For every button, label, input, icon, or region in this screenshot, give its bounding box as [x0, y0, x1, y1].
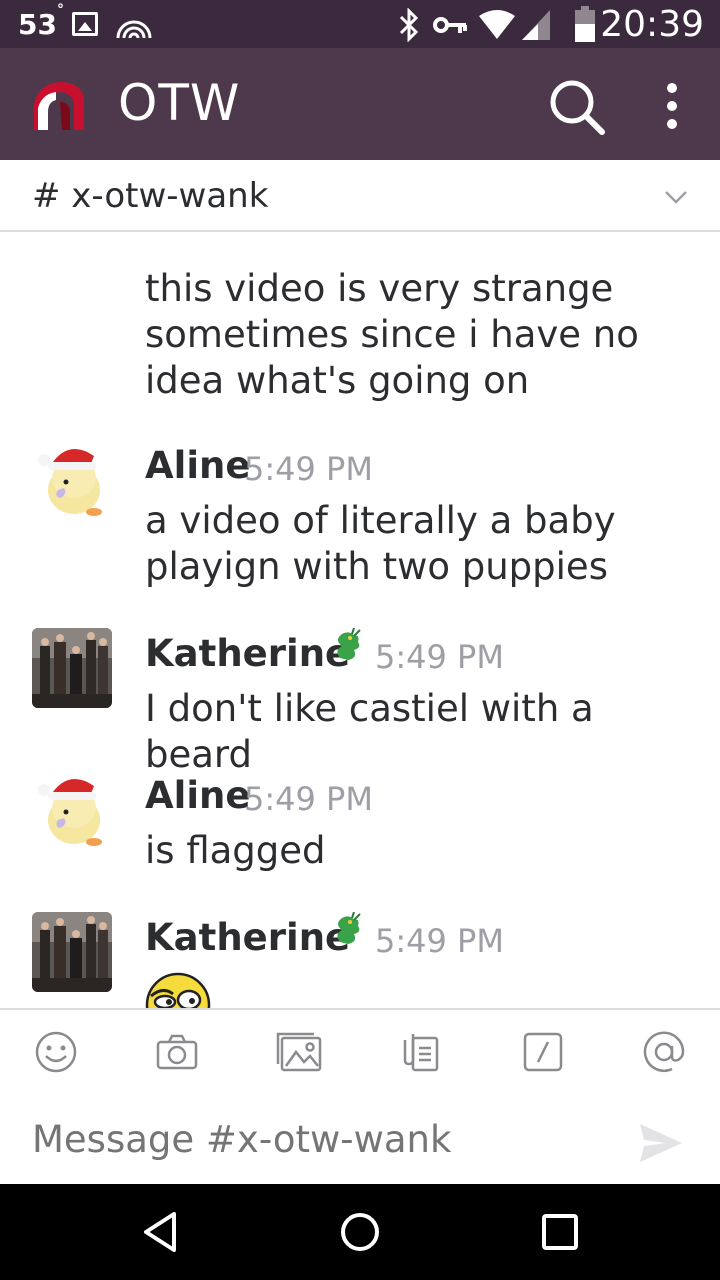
search-icon[interactable]: [546, 76, 608, 136]
chick-santa-hat-avatar[interactable]: [32, 438, 112, 518]
dragon-emoji-icon: [337, 628, 361, 660]
more-options-icon[interactable]: [652, 76, 692, 136]
group-photo-avatar[interactable]: [32, 912, 112, 992]
message-timestamp: 5:49 PM: [244, 450, 373, 488]
bluetooth-icon: [399, 8, 419, 42]
file-icon[interactable]: [399, 1030, 443, 1074]
chevron-down-icon[interactable]: [660, 180, 692, 212]
recents-icon[interactable]: [538, 1210, 582, 1254]
message-text: a video of literally a baby playign with…: [145, 499, 616, 588]
signal-icon: [522, 10, 550, 40]
battery-icon: [575, 6, 595, 42]
message-text: is flagged: [145, 829, 326, 872]
group-photo-avatar[interactable]: [32, 628, 112, 708]
temperature: 53°: [18, 1, 64, 41]
message-text: this video is very strange sometimes sin…: [145, 267, 639, 402]
clock: 20:39: [600, 4, 704, 45]
wifi-icon: [479, 10, 515, 39]
message-author[interactable]: Katherine: [145, 632, 350, 675]
mention-icon[interactable]: [642, 1030, 686, 1074]
message-author[interactable]: Aline: [145, 774, 250, 817]
otw-logo-icon[interactable]: [30, 78, 86, 132]
emoji-icon[interactable]: [34, 1030, 78, 1074]
camera-icon[interactable]: [155, 1030, 199, 1074]
vpn-key-icon: [433, 17, 467, 33]
app-bar: [0, 48, 720, 160]
message-timestamp: 5:49 PM: [375, 922, 504, 960]
message-composer: [0, 1008, 720, 1184]
message-text: I don't like castiel with a beard: [145, 687, 594, 776]
chick-santa-hat-avatar[interactable]: [32, 768, 112, 848]
message-author[interactable]: Katherine: [145, 916, 350, 959]
channel-header[interactable]: # x-otw-wank: [0, 160, 720, 232]
slash-command-icon[interactable]: [521, 1030, 565, 1074]
message-list[interactable]: this video is very strange sometimes sin…: [0, 232, 720, 1008]
message-author[interactable]: Aline: [145, 444, 250, 487]
hotspot-icon: [116, 20, 152, 39]
message-timestamp: 5:49 PM: [244, 780, 373, 818]
home-icon[interactable]: [338, 1210, 382, 1254]
app-title: OTW: [118, 74, 241, 132]
system-nav-bar: [0, 1184, 720, 1280]
image-notification-icon: [72, 12, 98, 36]
suspicious-face-emoji: [145, 972, 211, 1008]
message-input[interactable]: [32, 1118, 612, 1161]
status-bar: 53° 20:39: [0, 0, 720, 48]
photo-icon[interactable]: [274, 1030, 324, 1074]
message-timestamp: 5:49 PM: [375, 638, 504, 676]
dragon-emoji-icon: [337, 912, 361, 944]
channel-name: # x-otw-wank: [32, 176, 269, 216]
send-icon[interactable]: [638, 1120, 684, 1166]
back-icon[interactable]: [138, 1210, 182, 1254]
